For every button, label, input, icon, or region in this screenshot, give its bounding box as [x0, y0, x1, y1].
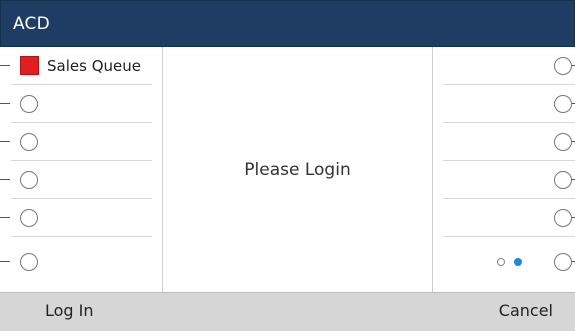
- line-key-right-4[interactable]: [433, 161, 575, 199]
- left-line-keys: Sales Queue: [0, 47, 163, 292]
- softkey-bar: Log In Cancel: [0, 292, 575, 331]
- log-in-softkey[interactable]: Log In: [45, 301, 94, 321]
- line-key-circle-icon: [20, 253, 38, 271]
- line-key-circle-icon: [20, 209, 38, 227]
- key-connector: [0, 217, 10, 218]
- title-bar: ACD: [0, 0, 575, 47]
- line-key-right-2[interactable]: [433, 85, 575, 123]
- line-key-right-3[interactable]: [433, 123, 575, 161]
- line-key-circle-icon: [554, 253, 572, 271]
- line-key-left-6[interactable]: [0, 243, 162, 281]
- line-key-circle-icon: [554, 171, 572, 189]
- phone-screen: ACD Sales Queue Please Login Log In Canc…: [0, 0, 575, 331]
- line-key-right-5[interactable]: [433, 199, 575, 237]
- line-key-circle-icon: [20, 133, 38, 151]
- page-indicator: [497, 257, 527, 267]
- key-connector: [0, 179, 10, 180]
- line-key-left-5[interactable]: [0, 199, 162, 237]
- page-dot-inactive-icon: [497, 258, 505, 266]
- key-connector: [0, 103, 10, 104]
- content-area: Sales Queue Please Login: [0, 47, 575, 292]
- key-divider: [11, 236, 152, 237]
- right-line-keys: [432, 47, 575, 292]
- line-key-circle-icon: [20, 171, 38, 189]
- line-key-circle-icon: [554, 209, 572, 227]
- key-connector: [0, 65, 10, 66]
- queue-status-square-icon: [20, 56, 39, 75]
- line-key-left-3[interactable]: [0, 123, 162, 161]
- line-key-circle-icon: [554, 57, 572, 75]
- key-divider: [443, 236, 575, 237]
- screen-title: ACD: [13, 14, 50, 34]
- line-key-circle-icon: [20, 95, 38, 113]
- line-key-right-6[interactable]: [433, 243, 575, 281]
- line-key-left-4[interactable]: [0, 161, 162, 199]
- line-key-circle-icon: [554, 133, 572, 151]
- line-key-circle-icon: [554, 95, 572, 113]
- key-connector: [0, 141, 10, 142]
- line-key-left-1[interactable]: Sales Queue: [0, 47, 162, 85]
- main-message-area: Please Login: [163, 47, 432, 292]
- line-key-label: Sales Queue: [47, 57, 141, 75]
- please-login-message: Please Login: [244, 159, 351, 180]
- line-key-right-1[interactable]: [433, 47, 575, 85]
- cancel-softkey[interactable]: Cancel: [499, 301, 553, 321]
- page-dot-active-icon: [514, 258, 522, 266]
- line-key-left-2[interactable]: [0, 85, 162, 123]
- key-connector: [0, 261, 10, 262]
